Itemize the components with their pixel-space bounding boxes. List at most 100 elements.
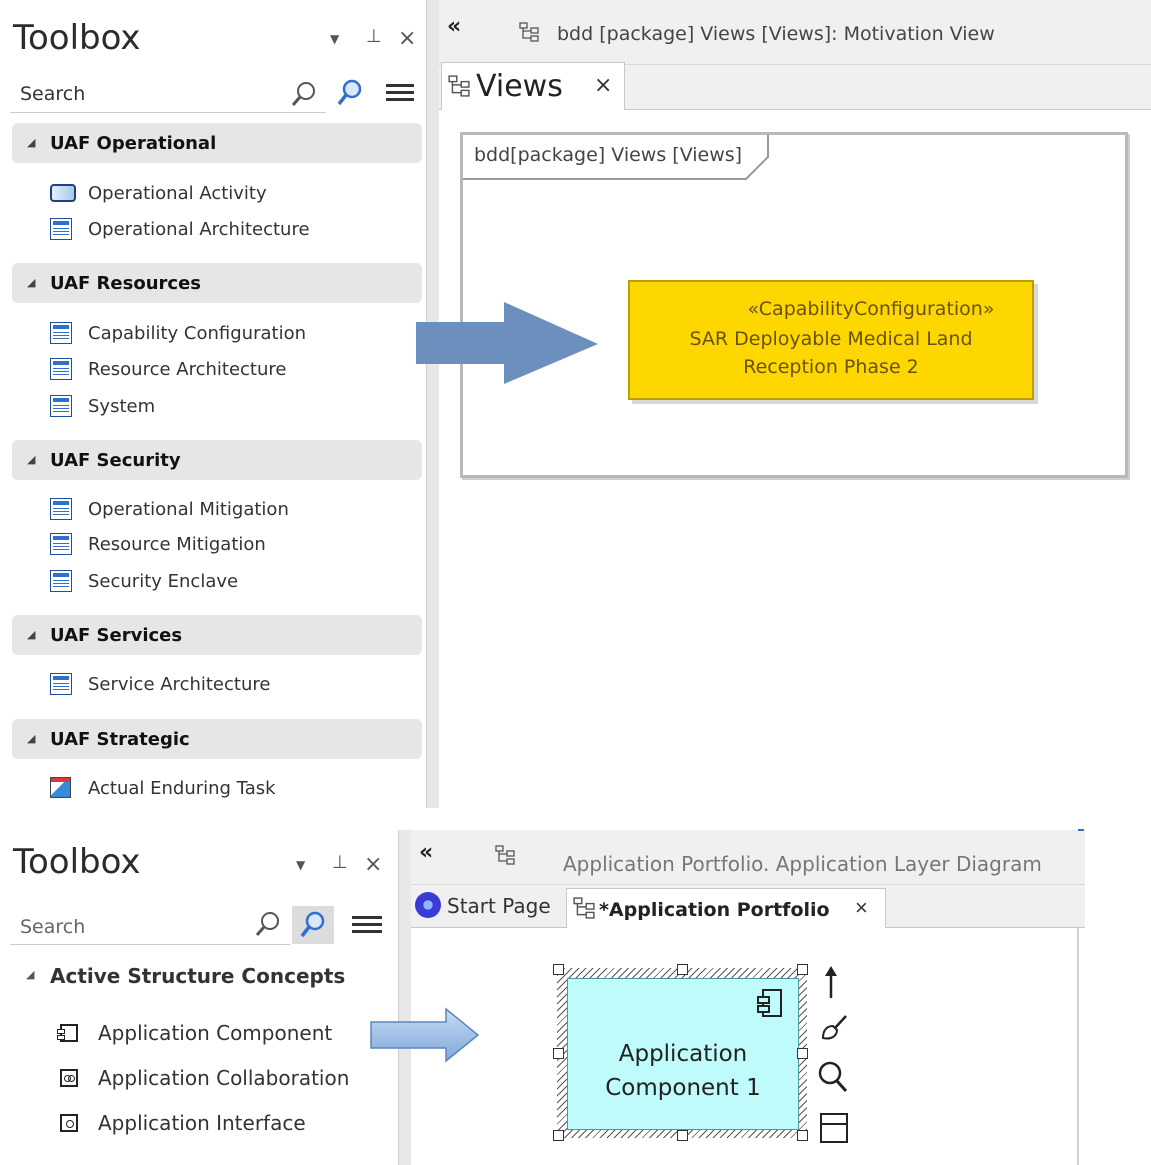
group-uaf-services[interactable]: ◢ UAF Services <box>12 615 422 655</box>
toolbox-panel: Toolbox ▼ ⊥ × Search ◢ UAF Operational O… <box>0 0 426 808</box>
diagram-canvas[interactable]: bdd[package] Views [Views] «CapabilityCo… <box>439 110 1151 808</box>
zoom-icon[interactable] <box>817 1060 849 1094</box>
diagram-header-title: Application Portfolio. Application Layer… <box>563 852 1042 876</box>
toolbox-item-operational-architecture[interactable]: Operational Architecture <box>50 215 310 243</box>
item-label: Operational Architecture <box>88 218 310 240</box>
block-icon <box>50 673 72 695</box>
drag-arrow <box>370 1007 480 1063</box>
collapse-triangle-icon[interactable]: ◢ <box>27 276 35 289</box>
element-name-line2: Component 1 <box>605 1075 761 1101</box>
close-icon[interactable]: × <box>398 26 416 51</box>
toolbox-item-service-architecture[interactable]: Service Architecture <box>50 670 270 698</box>
tab-views[interactable]: Views × <box>441 62 625 111</box>
find-icon[interactable] <box>336 78 364 108</box>
dropdown-icon[interactable]: ▼ <box>296 858 305 872</box>
toolbox-item-resource-architecture[interactable]: Resource Architecture <box>50 355 286 383</box>
application-component-element[interactable]: Application Component 1 <box>567 978 799 1130</box>
menu-icon[interactable] <box>386 84 414 102</box>
tab-label: *Application Portfolio <box>599 899 830 921</box>
resize-handle-sw[interactable] <box>553 1130 564 1141</box>
resize-handle-nw[interactable] <box>553 964 564 975</box>
search-box[interactable]: Search <box>10 906 290 945</box>
toolbox-item-security-enclave[interactable]: Security Enclave <box>50 567 238 595</box>
search-input[interactable]: Search <box>20 916 85 938</box>
item-label: Application Interface <box>98 1111 306 1135</box>
search-input[interactable]: Search <box>20 83 85 105</box>
diagram-header: « Application Portfolio. Application Lay… <box>411 830 1085 885</box>
menu-icon[interactable] <box>352 916 382 934</box>
item-label: Security Enclave <box>88 570 239 592</box>
item-label: Resource Mitigation <box>88 533 266 555</box>
element-name-line2: Reception Phase 2 <box>743 356 919 378</box>
close-icon[interactable]: × <box>364 852 382 877</box>
resize-handle-n[interactable] <box>677 964 688 975</box>
dropdown-icon[interactable]: ▼ <box>330 32 339 46</box>
tab-close-icon[interactable]: × <box>855 895 868 921</box>
group-uaf-resources[interactable]: ◢ UAF Resources <box>12 263 422 303</box>
diagram-icon <box>519 22 539 42</box>
resize-handle-se[interactable] <box>797 1130 808 1141</box>
block-icon <box>50 218 72 240</box>
block-icon <box>50 533 72 555</box>
properties-icon[interactable] <box>819 1112 849 1144</box>
collapse-triangle-icon[interactable]: ◢ <box>27 136 35 149</box>
group-uaf-operational[interactable]: ◢ UAF Operational <box>12 123 422 163</box>
application-component-icon <box>57 1024 78 1042</box>
item-label: Resource Architecture <box>88 358 287 380</box>
group-active-structure-concepts[interactable]: ◢ Active Structure Concepts <box>26 962 386 994</box>
search-icon[interactable] <box>254 910 282 938</box>
element-name-line1: SAR Deployable Medical Land <box>689 328 973 350</box>
resize-handle-ne[interactable] <box>797 964 808 975</box>
resize-handle-e[interactable] <box>797 1048 808 1059</box>
search-icon[interactable] <box>290 80 318 108</box>
search-box[interactable]: Search <box>10 74 326 113</box>
tab-label: Start Page <box>447 894 551 918</box>
toolbox-item-operational-activity[interactable]: Operational Activity <box>50 179 267 207</box>
toolbox-item-capability-configuration[interactable]: Capability Configuration <box>50 319 306 347</box>
toolbox-item-application-component[interactable]: Application Component <box>57 1018 332 1048</box>
group-label: UAF Security <box>50 450 181 471</box>
quick-linker-arrow-icon[interactable] <box>819 964 843 1000</box>
capability-configuration-element[interactable]: «CapabilityConfiguration» SAR Deployable… <box>628 280 1034 400</box>
collapse-icon[interactable]: « <box>419 840 433 865</box>
find-button[interactable] <box>292 906 334 944</box>
toolbox-item-system[interactable]: System <box>50 392 155 420</box>
collapse-icon[interactable]: « <box>447 14 461 39</box>
paint-brush-icon[interactable] <box>817 1012 849 1044</box>
element-stereotype: «CapabilityConfiguration» <box>747 298 995 320</box>
toolbox-item-operational-mitigation[interactable]: Operational Mitigation <box>50 495 289 523</box>
diagram-canvas[interactable]: Application Component 1 <box>411 928 1079 1165</box>
group-label: UAF Resources <box>50 273 201 294</box>
group-uaf-security[interactable]: ◢ UAF Security <box>12 440 422 480</box>
panel-splitter[interactable] <box>398 830 412 1165</box>
bottom-screenshot: Toolbox ▼ ⊥ × Search ◢ Active Structure … <box>0 830 1085 1165</box>
item-label: Service Architecture <box>88 673 271 695</box>
tab-application-portfolio[interactable]: *Application Portfolio × <box>566 888 886 929</box>
tab-start-page[interactable]: Start Page <box>413 890 563 926</box>
toolbox-item-application-collaboration[interactable]: Application Collaboration <box>60 1063 349 1093</box>
component-icon <box>757 989 782 1017</box>
resize-handle-s[interactable] <box>677 1130 688 1141</box>
toolbox-item-resource-mitigation[interactable]: Resource Mitigation <box>50 530 266 558</box>
collapse-triangle-icon[interactable]: ◢ <box>27 732 35 745</box>
panel-splitter[interactable] <box>426 0 440 808</box>
resize-handle-w[interactable] <box>553 1048 564 1059</box>
application-collaboration-icon <box>60 1069 78 1087</box>
block-icon <box>50 498 72 520</box>
collapse-triangle-icon[interactable]: ◢ <box>26 968 34 981</box>
group-uaf-strategic[interactable]: ◢ UAF Strategic <box>12 719 422 759</box>
start-page-icon <box>415 892 441 918</box>
item-label: Operational Activity <box>88 182 267 204</box>
item-label: Operational Mitigation <box>88 498 289 520</box>
diagram-header: « bdd [package] Views [Views]: Motivatio… <box>439 0 1151 65</box>
pin-icon[interactable]: ⊥ <box>366 26 382 47</box>
toolbox-item-actual-enduring-task[interactable]: Actual Enduring Task <box>50 774 276 802</box>
collapse-triangle-icon[interactable]: ◢ <box>27 453 35 466</box>
collapse-triangle-icon[interactable]: ◢ <box>27 628 35 641</box>
item-label: Application Collaboration <box>98 1066 350 1090</box>
top-screenshot: Toolbox ▼ ⊥ × Search ◢ UAF Operational O… <box>0 0 1151 808</box>
task-icon <box>50 777 71 798</box>
toolbox-item-application-interface[interactable]: Application Interface <box>60 1108 306 1138</box>
tab-close-icon[interactable]: × <box>594 73 612 98</box>
pin-icon[interactable]: ⊥ <box>332 852 348 873</box>
